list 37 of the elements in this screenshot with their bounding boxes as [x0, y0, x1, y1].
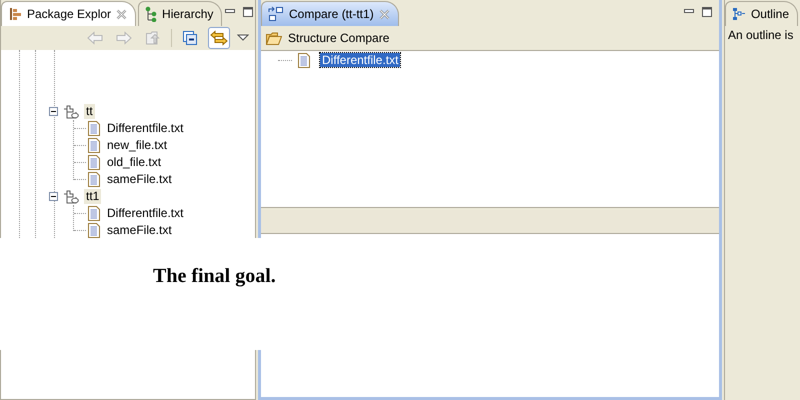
hierarchy-icon [145, 6, 158, 22]
collapse-toggle[interactable] [49, 192, 58, 201]
view-tab[interactable]: Compare (tt-tt1) [261, 1, 399, 26]
outline-icon [732, 7, 746, 21]
text-file-icon [88, 172, 100, 187]
text-file-icon [88, 155, 100, 170]
link-arrows-icon[interactable] [210, 30, 228, 46]
caption: The final goal. [153, 265, 276, 288]
text-file-icon [88, 138, 100, 153]
project-icon [63, 190, 79, 204]
folder-icon [266, 32, 282, 44]
pane-title: Structure Compare [288, 31, 390, 45]
file-name[interactable]: new_file.txt [105, 138, 170, 153]
file-name[interactable]: sameFile.txt [105, 172, 174, 187]
text-file-icon [88, 206, 100, 221]
view-tab[interactable]: Hierarchy [138, 1, 222, 26]
view-tab[interactable]: Package Explor [1, 1, 136, 26]
maximize-icon[interactable] [700, 6, 713, 18]
package-explorer-icon [8, 7, 22, 21]
text-file-icon [88, 121, 100, 136]
compare-icon [268, 6, 284, 22]
file-name[interactable]: old_file.txt [105, 155, 164, 170]
collapse-toggle[interactable] [49, 107, 58, 116]
file-name[interactable]: sameFile.txt [105, 223, 174, 238]
collapse-all-icon[interactable] [182, 30, 198, 46]
close-icon[interactable] [378, 8, 390, 20]
file-name[interactable]: Differentfile.txt [105, 206, 186, 221]
project-name[interactable]: tt1 [84, 189, 102, 204]
view-menu-icon[interactable] [237, 34, 249, 42]
close-icon[interactable] [116, 8, 128, 20]
view-tab[interactable]: Outline [724, 1, 798, 26]
project-icon [63, 104, 79, 118]
project-name[interactable]: tt [84, 104, 95, 119]
maximize-icon[interactable] [242, 6, 254, 18]
outline-message: An outline is [726, 27, 794, 44]
file-name[interactable]: Differentfile.txt [320, 53, 400, 67]
file-name[interactable]: Differentfile.txt [105, 121, 186, 136]
